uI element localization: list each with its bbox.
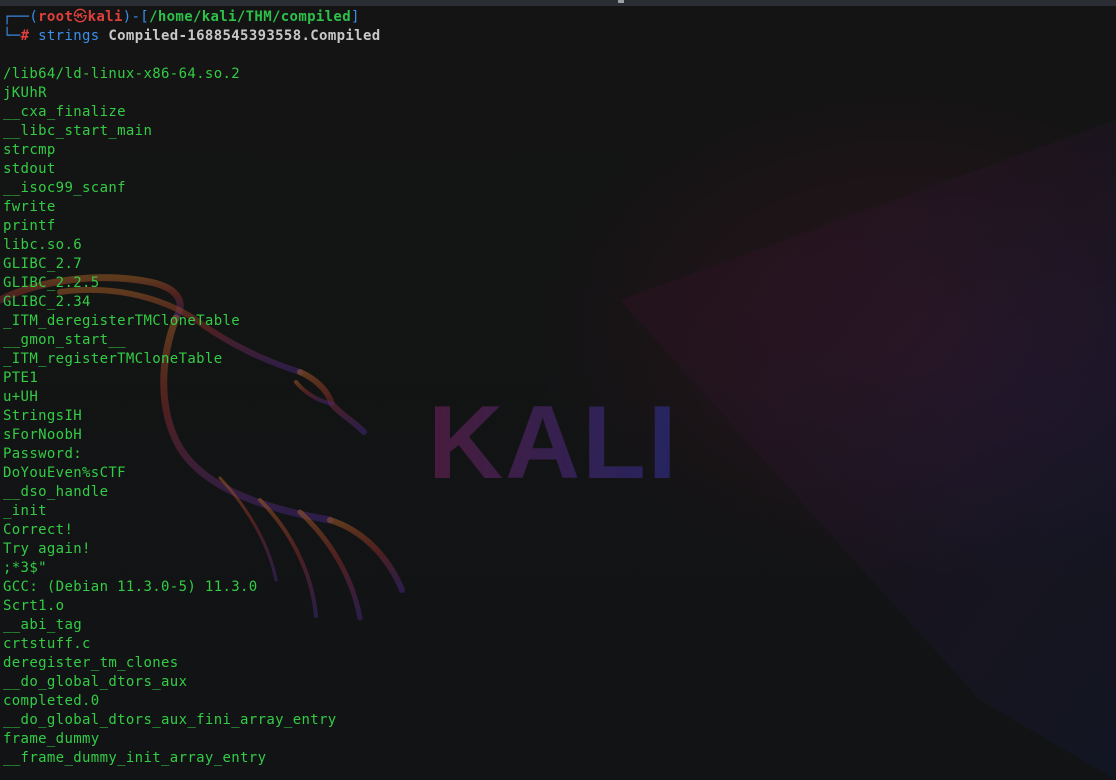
output-line: __gmon_start__ [3, 332, 126, 348]
output-line: __libc_start_main [3, 123, 153, 139]
output-line: _init [3, 503, 47, 519]
output-line: StringsIH [3, 408, 83, 424]
output-line: crtstuff.c [3, 636, 91, 652]
output-line: strcmp [3, 142, 56, 158]
output-line: PTE1 [3, 370, 39, 386]
output-line: Correct! [3, 522, 74, 538]
command-output: /lib64/ld-linux-x86-64.so.2 jKUhR __cxa_fi… [3, 65, 1103, 768]
prompt-line-command: └─# strings Compiled-1688545393558.Compi… [3, 27, 1103, 46]
output-line: fwrite [3, 199, 56, 215]
prompt-at-symbol: ㉿ [73, 9, 88, 25]
output-line: Try again! [3, 541, 91, 557]
output-line: __cxa_finalize [3, 104, 126, 120]
output-line: __do_global_dtors_aux_fini_array_entry [3, 712, 337, 728]
output-line: ;*3$" [3, 560, 47, 576]
output-line: libc.so.6 [3, 237, 83, 253]
output-line: __abi_tag [3, 617, 83, 633]
prompt-path-open: )-[ [122, 9, 150, 25]
output-line: u+UH [3, 389, 39, 405]
top-bar-indicator [618, 0, 624, 3]
output-line: deregister_tm_clones [3, 655, 179, 671]
output-line: sForNoobH [3, 427, 83, 443]
output-line: __frame_dummy_init_array_entry [3, 750, 267, 766]
output-line: /lib64/ld-linux-x86-64.so.2 [3, 66, 241, 82]
prompt-host: kali [87, 9, 123, 25]
window-top-bar [0, 0, 1116, 6]
command-argument: Compiled-1688545393558.Compiled [108, 28, 381, 44]
terminal-content[interactable]: ┌──(root㉿kali)-[/home/kali/THM/compiled]… [3, 8, 1103, 768]
output-line: GLIBC_2.2.5 [3, 275, 100, 291]
output-line: GCC: (Debian 11.3.0-5) 11.3.0 [3, 579, 258, 595]
output-line: _ITM_registerTMCloneTable [3, 351, 223, 367]
output-line: __isoc99_scanf [3, 180, 126, 196]
output-line: completed.0 [3, 693, 100, 709]
command-name: strings [38, 28, 100, 44]
output-line: _ITM_deregisterTMCloneTable [3, 313, 241, 329]
output-line: jKUhR [3, 85, 47, 101]
output-line: frame_dummy [3, 731, 100, 747]
prompt-path-close: ] [351, 9, 360, 25]
output-line: GLIBC_2.34 [3, 294, 91, 310]
prompt-bottom-prefix: └─ [3, 28, 21, 44]
prompt-user: root [38, 9, 74, 25]
prompt-top-prefix: ┌──( [3, 9, 39, 25]
output-line: printf [3, 218, 56, 234]
output-line: Password: [3, 446, 91, 462]
prompt-line-top: ┌──(root㉿kali)-[/home/kali/THM/compiled] [3, 8, 1103, 27]
output-line: stdout [3, 161, 56, 177]
prompt-hash: # [20, 28, 30, 44]
output-line: __do_global_dtors_aux [3, 674, 188, 690]
output-line: DoYouEven%sCTF [3, 465, 126, 481]
output-line: __dso_handle [3, 484, 109, 500]
output-line: GLIBC_2.7 [3, 256, 83, 272]
terminal-window[interactable]: KALI ┌──(root㉿kali)-[/home/kali/THM/comp… [0, 0, 1116, 780]
output-line: Scrt1.o [3, 598, 65, 614]
prompt-path: /home/kali/THM/compiled [149, 9, 351, 25]
